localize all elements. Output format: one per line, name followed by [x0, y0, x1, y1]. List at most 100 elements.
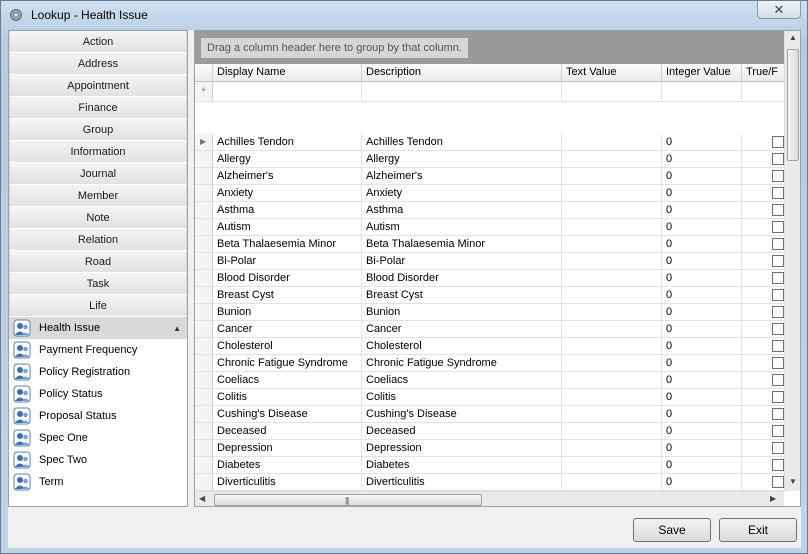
table-row[interactable]: Colitis Colitis 0 — [195, 389, 784, 406]
true-false-checkbox[interactable] — [772, 442, 784, 454]
cell-display[interactable]: Cancer — [213, 321, 362, 338]
cell-description[interactable]: Depression — [362, 440, 562, 457]
cell-text[interactable] — [562, 372, 662, 389]
table-row[interactable]: Bunion Bunion 0 — [195, 304, 784, 321]
cell-description[interactable]: Beta Thalaesemia Minor — [362, 236, 562, 253]
category-information[interactable]: Information — [9, 141, 187, 163]
cell-text[interactable] — [562, 338, 662, 355]
cell-description[interactable]: Breast Cyst — [362, 287, 562, 304]
cell-description[interactable]: Deceased — [362, 423, 562, 440]
row-selector[interactable]: ▶ — [195, 134, 213, 151]
lookup-item[interactable]: Spec Two — [9, 449, 187, 471]
row-selector[interactable] — [195, 151, 213, 168]
table-row[interactable]: Cushing's Disease Cushing's Disease 0 — [195, 406, 784, 423]
cell-description[interactable]: Coeliacs — [362, 372, 562, 389]
cell-description[interactable]: Alzheimer's — [362, 168, 562, 185]
cell-integer[interactable]: 0 — [662, 423, 742, 440]
category-road[interactable]: Road — [9, 251, 187, 273]
cell-text[interactable] — [562, 423, 662, 440]
cell-description[interactable]: Cancer — [362, 321, 562, 338]
category-life[interactable]: Life — [9, 295, 187, 317]
cell-text[interactable] — [562, 219, 662, 236]
cell-text[interactable] — [562, 202, 662, 219]
cell-display[interactable]: Achilles Tendon — [213, 134, 362, 151]
cell-text[interactable] — [562, 474, 662, 491]
cell-display[interactable]: Depression — [213, 440, 362, 457]
cell-description[interactable]: Allergy — [362, 151, 562, 168]
table-row[interactable]: Depression Depression 0 — [195, 440, 784, 457]
cell-display[interactable]: Diabetes — [213, 457, 362, 474]
scroll-up-icon[interactable]: ▲ — [173, 324, 181, 333]
true-false-checkbox[interactable] — [772, 272, 784, 284]
table-row[interactable]: Cholesterol Cholesterol 0 — [195, 338, 784, 355]
row-selector[interactable] — [195, 389, 213, 406]
cell-integer[interactable]: 0 — [662, 355, 742, 372]
table-row[interactable]: Asthma Asthma 0 — [195, 202, 784, 219]
horizontal-scrollbar[interactable]: ◀ ||| ▶ — [195, 491, 784, 506]
vertical-scroll-thumb[interactable] — [787, 49, 799, 161]
row-selector[interactable] — [195, 457, 213, 474]
lookup-item[interactable]: Policy Registration — [9, 361, 187, 383]
cell-description[interactable]: Colitis — [362, 389, 562, 406]
row-selector[interactable] — [195, 270, 213, 287]
cell-description[interactable]: Bi-Polar — [362, 253, 562, 270]
cell-text[interactable] — [562, 321, 662, 338]
cell-display[interactable]: Cholesterol — [213, 338, 362, 355]
cell-text[interactable] — [562, 253, 662, 270]
cell-integer[interactable]: 0 — [662, 202, 742, 219]
exit-button[interactable]: Exit — [719, 518, 797, 542]
table-row[interactable]: ▶ Achilles Tendon Achilles Tendon 0 — [195, 134, 784, 151]
horizontal-scroll-thumb[interactable]: ||| — [214, 494, 482, 506]
cell-description[interactable]: Blood Disorder — [362, 270, 562, 287]
true-false-checkbox[interactable] — [772, 340, 784, 352]
cell-text[interactable] — [562, 304, 662, 321]
cell-description[interactable]: Bunion — [362, 304, 562, 321]
new-row-cell[interactable] — [662, 82, 742, 102]
cell-integer[interactable]: 0 — [662, 253, 742, 270]
category-address[interactable]: Address — [9, 53, 187, 75]
cell-text[interactable] — [562, 355, 662, 372]
cell-description[interactable]: Anxiety — [362, 185, 562, 202]
category-journal[interactable]: Journal — [9, 163, 187, 185]
new-row[interactable]: * — [195, 82, 784, 102]
cell-integer[interactable]: 0 — [662, 287, 742, 304]
true-false-checkbox[interactable] — [772, 357, 784, 369]
cell-integer[interactable]: 0 — [662, 406, 742, 423]
true-false-checkbox[interactable] — [772, 153, 784, 165]
cell-description[interactable]: Diverticulitis — [362, 474, 562, 491]
true-false-checkbox[interactable] — [772, 170, 784, 182]
vertical-scrollbar[interactable]: ▲ ▼ — [784, 31, 800, 491]
column-header[interactable]: Display Name — [213, 64, 362, 82]
category-appointment[interactable]: Appointment — [9, 75, 187, 97]
cell-display[interactable]: Beta Thalaesemia Minor — [213, 236, 362, 253]
scroll-down-arrow-icon[interactable]: ▼ — [789, 477, 797, 486]
cell-description[interactable]: Cushing's Disease — [362, 406, 562, 423]
cell-display[interactable]: Asthma — [213, 202, 362, 219]
cell-text[interactable] — [562, 389, 662, 406]
cell-description[interactable]: Achilles Tendon — [362, 134, 562, 151]
cell-integer[interactable]: 0 — [662, 474, 742, 491]
cell-display[interactable]: Bi-Polar — [213, 253, 362, 270]
scroll-left-arrow-icon[interactable]: ◀ — [199, 494, 205, 503]
row-selector[interactable] — [195, 440, 213, 457]
cell-integer[interactable]: 0 — [662, 270, 742, 287]
new-row-cell[interactable] — [213, 82, 362, 102]
true-false-checkbox[interactable] — [772, 204, 784, 216]
cell-text[interactable] — [562, 457, 662, 474]
table-row[interactable]: Blood Disorder Blood Disorder 0 — [195, 270, 784, 287]
table-row[interactable]: Autism Autism 0 — [195, 219, 784, 236]
row-selector[interactable] — [195, 406, 213, 423]
cell-integer[interactable]: 0 — [662, 457, 742, 474]
true-false-checkbox[interactable] — [772, 136, 784, 148]
row-selector[interactable] — [195, 474, 213, 491]
cell-display[interactable]: Breast Cyst — [213, 287, 362, 304]
table-row[interactable]: Alzheimer's Alzheimer's 0 — [195, 168, 784, 185]
cell-display[interactable]: Alzheimer's — [213, 168, 362, 185]
true-false-checkbox[interactable] — [772, 459, 784, 471]
category-member[interactable]: Member — [9, 185, 187, 207]
cell-text[interactable] — [562, 440, 662, 457]
true-false-checkbox[interactable] — [772, 408, 784, 420]
cell-description[interactable]: Chronic Fatigue Syndrome — [362, 355, 562, 372]
row-selector[interactable] — [195, 338, 213, 355]
lookup-item[interactable]: Payment Frequency — [9, 339, 187, 361]
